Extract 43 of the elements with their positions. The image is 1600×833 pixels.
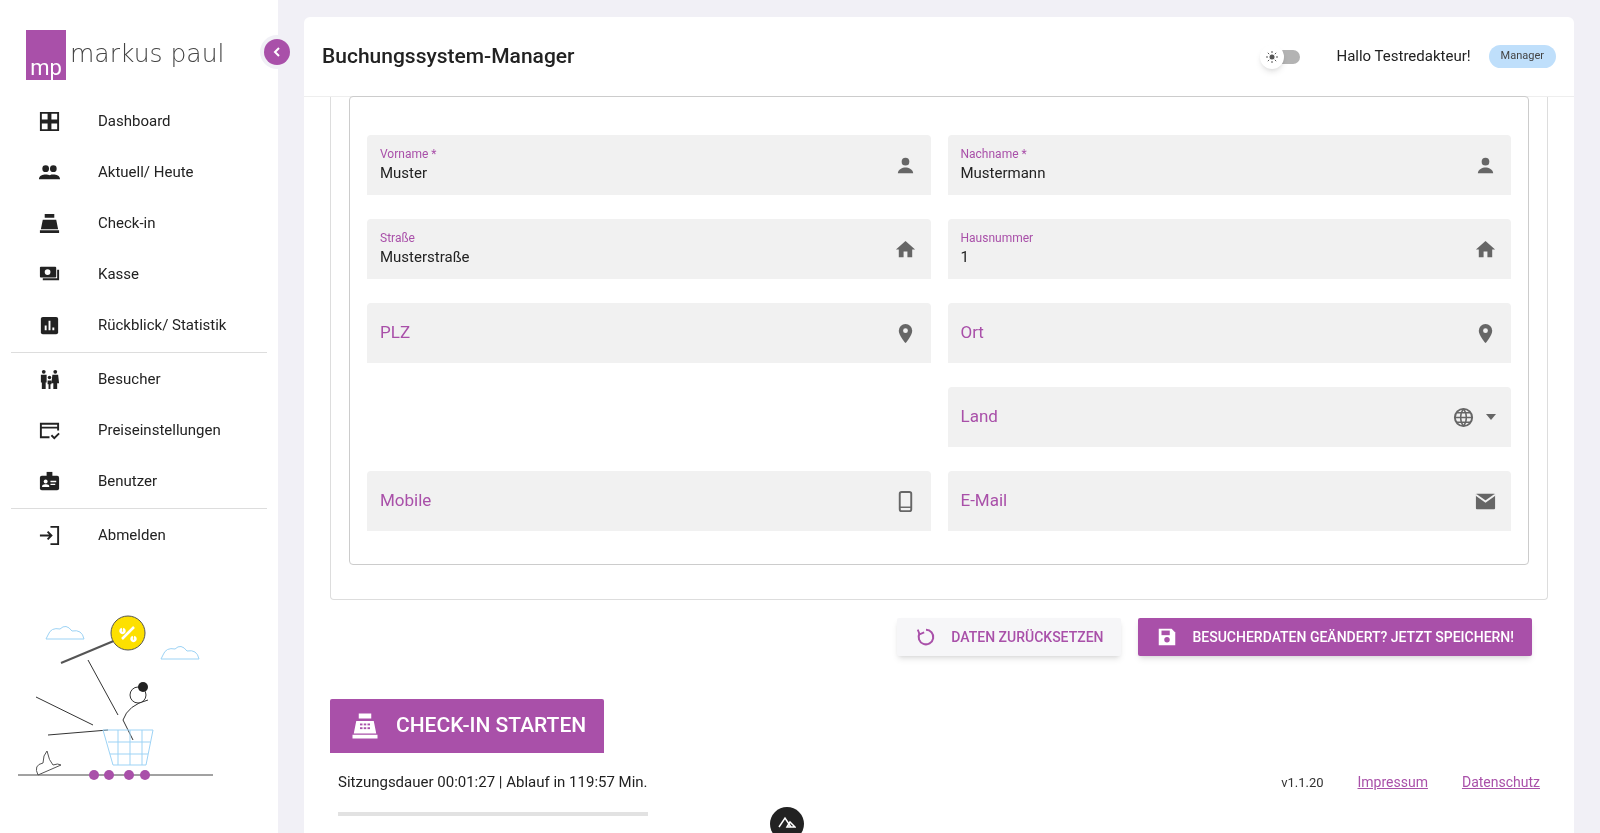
input-field[interactable]: Vorname * Muster <box>367 135 931 195</box>
sidebar-item[interactable]: Kasse <box>0 249 278 300</box>
sidebar-item[interactable]: Benutzer <box>0 456 278 507</box>
sidebar-item[interactable]: Aktuell/ Heute <box>0 147 278 198</box>
chevron-left-icon <box>271 46 283 58</box>
logo-initials: mp <box>30 57 62 80</box>
theme-toggle[interactable] <box>1260 46 1301 67</box>
footer-link[interactable]: Datenschutz <box>1461 771 1540 793</box>
sidebar-item[interactable]: Check-in <box>0 198 278 249</box>
input-field[interactable]: Straße Musterstraße <box>367 219 931 279</box>
grid-icon <box>38 110 61 133</box>
start-checkin-button[interactable]: CHECK-IN STARTEN <box>330 699 605 753</box>
bar-chart-icon <box>38 314 61 337</box>
id-badge-icon <box>38 470 61 493</box>
cash-register-icon <box>38 212 61 235</box>
family-icon <box>38 368 61 391</box>
sun-icon <box>1266 50 1279 63</box>
greeting-text: Hallo Testredakteur! <box>1336 46 1471 68</box>
sidebar-item[interactable]: Preiseinstellungen <box>0 405 278 456</box>
version-text: v1.1.20 <box>1281 773 1324 792</box>
reset-button[interactable]: DATEN ZURÜCKSETZEN <box>897 618 1122 656</box>
mountain-logo-icon[interactable] <box>770 807 804 833</box>
input-field[interactable]: Nachname * Mustermann <box>947 135 1511 195</box>
input-field[interactable]: PLZ <box>367 303 931 363</box>
brand-name: markus paul <box>70 41 225 70</box>
page-title: Buchungssystem-Manager <box>322 42 576 70</box>
save-button[interactable]: BESUCHERDATEN GEÄNDERT? JETZT SPEICHERN! <box>1138 618 1532 656</box>
globe-icon <box>1452 405 1475 429</box>
input-field[interactable]: Mobile <box>367 471 931 531</box>
login-arrow-icon <box>38 524 61 547</box>
footer-link[interactable]: Impressum <box>1357 771 1428 793</box>
sidebar-item[interactable]: Besucher <box>0 354 278 405</box>
sidebar-item[interactable]: Dashboard <box>0 96 278 147</box>
collapse-sidebar-button[interactable] <box>264 39 290 65</box>
country-select[interactable]: Land <box>947 387 1511 447</box>
session-duration-text: Sitzungsdauer 00:01:27 | Ablauf in 119:57 Min. <box>338 772 649 793</box>
input-field[interactable]: Hausnummer 1 <box>947 219 1511 279</box>
role-badge: Manager <box>1488 45 1556 68</box>
sidebar-item[interactable]: Rückblick/ Statistik <box>0 300 278 351</box>
input-field[interactable]: Ort <box>947 303 1511 363</box>
dropdown-caret-icon <box>1485 413 1497 421</box>
sidebar-item[interactable]: Abmelden <box>0 510 278 561</box>
input-field[interactable]: E-Mail <box>947 471 1511 531</box>
